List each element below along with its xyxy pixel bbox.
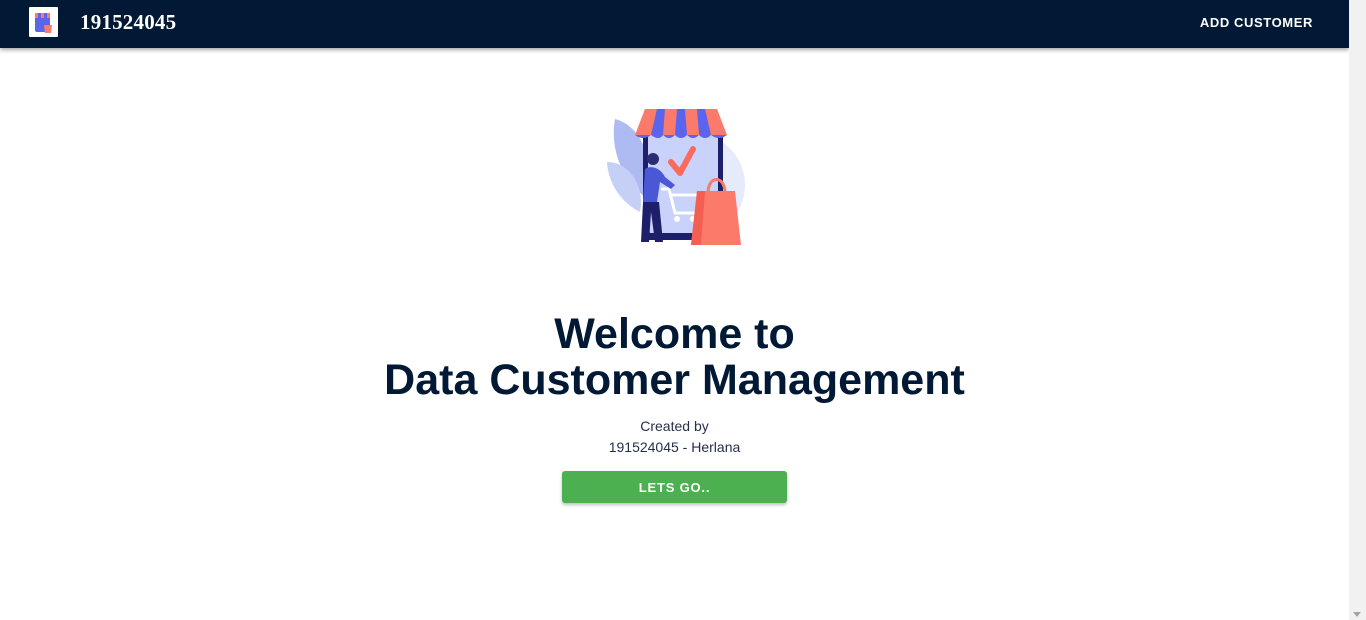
title-line-1: Welcome to — [554, 310, 795, 358]
lets-go-button[interactable]: LETS GO.. — [562, 471, 787, 503]
welcome-title: Welcome to Data Customer Management — [0, 311, 1349, 403]
created-by-label: Created by — [640, 418, 709, 434]
shop-logo-icon[interactable] — [29, 7, 58, 37]
vertical-scrollbar[interactable] — [1349, 0, 1366, 620]
add-customer-button[interactable]: ADD CUSTOMER — [1200, 11, 1313, 35]
author-label: 191524045 - Herlana — [608, 439, 741, 455]
title-line-2: Data Customer Management — [384, 356, 965, 404]
online-shop-illustration — [605, 107, 745, 247]
credits: Created by 191524045 - Herlana — [0, 416, 1349, 458]
brand-title[interactable]: 191524045 — [80, 10, 176, 35]
app-bar: 191524045 ADD CUSTOMER — [0, 0, 1349, 48]
scroll-down-arrow-icon[interactable] — [1353, 612, 1361, 617]
